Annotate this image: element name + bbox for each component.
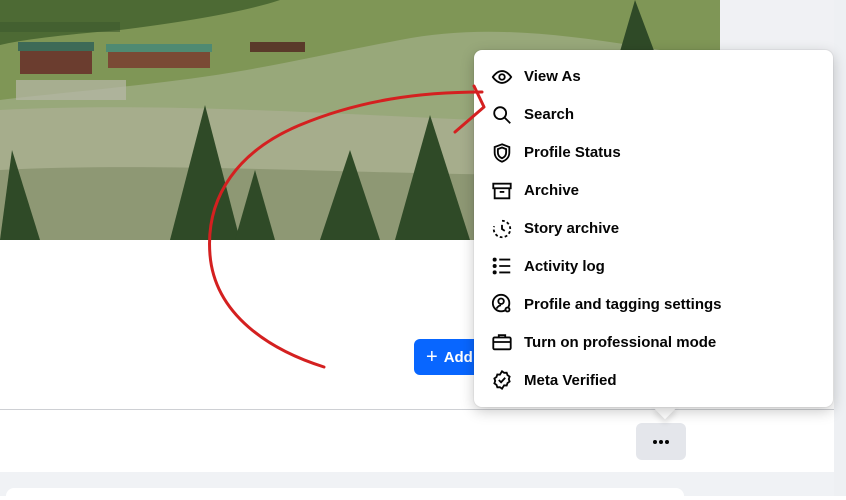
profile-settings-icon [490,292,514,316]
briefcase-icon [490,330,514,354]
story-archive-icon [490,217,514,241]
menu-item-meta-verified[interactable]: Meta Verified [482,361,825,399]
more-options-button[interactable] [636,423,686,460]
menu-item-activity-log[interactable]: Activity log [482,247,825,285]
menu-item-view-as[interactable]: View As [482,58,825,96]
verified-badge-icon [490,368,514,392]
profile-tabs-bar [0,410,834,472]
search-icon [490,103,514,127]
scrollbar-track[interactable] [834,0,846,496]
plus-icon: + [426,346,438,368]
menu-item-archive[interactable]: Archive [482,172,825,210]
menu-item-story-archive[interactable]: Story archive [482,210,825,248]
add-button-label: Add [443,348,473,366]
menu-item-label: Search [524,106,575,124]
menu-item-profile-status[interactable]: Profile Status [482,134,825,172]
profile-options-menu: View As Search Profile Status Archive St… [474,50,833,407]
eye-icon [490,65,514,89]
ellipsis-icon [653,439,669,444]
feed-card [6,488,684,500]
menu-item-label: Profile and tagging settings [524,295,722,313]
menu-item-label: Meta Verified [524,371,617,389]
menu-item-label: View As [524,68,581,86]
menu-item-professional-mode[interactable]: Turn on professional mode [482,323,825,361]
menu-item-label: Activity log [524,257,605,275]
archive-box-icon [490,179,514,203]
menu-item-label: Profile Status [524,144,621,162]
menu-item-search[interactable]: Search [482,96,825,134]
menu-item-label: Archive [524,182,580,200]
menu-item-label: Story archive [524,220,620,237]
shield-icon [490,141,514,165]
menu-item-label: Turn on professional mode [524,333,717,351]
menu-item-profile-tagging-settings[interactable]: Profile and tagging settings [482,285,825,323]
list-icon [490,254,514,278]
